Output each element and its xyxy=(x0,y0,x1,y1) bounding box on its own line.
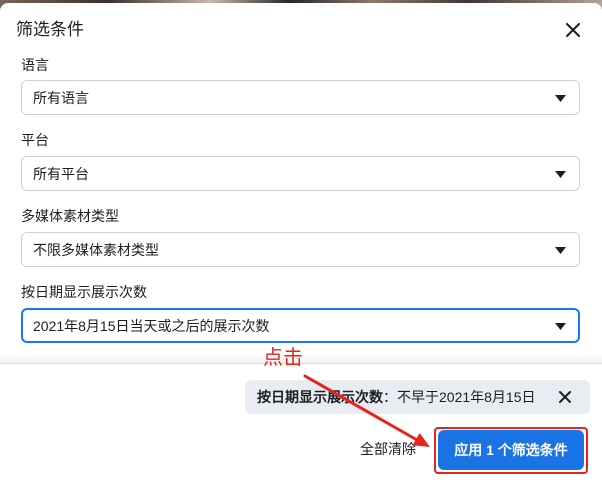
caret-down-icon xyxy=(555,170,566,178)
filter-dialog: 筛选条件 语言 所有语言 平台 所有平台 多媒体素材类型 不限多媒体素材类型 按… xyxy=(0,3,602,484)
language-select-value: 所有语言 xyxy=(33,89,89,106)
platform-select[interactable]: 所有平台 xyxy=(21,156,580,191)
dialog-title: 筛选条件 xyxy=(16,20,84,39)
annotation-text: 点击 xyxy=(263,347,303,369)
chip-value: 不早于2021年8月15日 xyxy=(397,389,536,405)
apply-filters-button[interactable]: 应用 1 个筛选条件 xyxy=(438,430,584,470)
remove-filter-button[interactable] xyxy=(553,385,577,409)
close-icon xyxy=(559,391,571,403)
media-type-label: 多媒体素材类型 xyxy=(21,208,119,224)
clear-all-button[interactable]: 全部清除 xyxy=(358,439,418,459)
close-button[interactable] xyxy=(561,18,585,42)
platform-select-value: 所有平台 xyxy=(33,165,89,182)
platform-label: 平台 xyxy=(21,132,49,148)
media-type-select[interactable]: 不限多媒体素材类型 xyxy=(21,232,580,267)
caret-down-icon xyxy=(555,246,566,254)
close-icon xyxy=(566,23,580,37)
active-filter-chip: 按日期显示展示次数 ： 不早于2021年8月15日 xyxy=(245,380,590,414)
language-label: 语言 xyxy=(21,57,49,73)
language-select[interactable]: 所有语言 xyxy=(21,80,580,115)
chip-label: 按日期显示展示次数 xyxy=(257,389,383,405)
impressions-date-select-value: 2021年8月15日当天或之后的展示次数 xyxy=(33,317,270,334)
impressions-date-select[interactable]: 2021年8月15日当天或之后的展示次数 xyxy=(21,308,580,343)
chip-separator: ： xyxy=(383,389,397,405)
caret-down-icon xyxy=(555,94,566,102)
impressions-date-label: 按日期显示展示次数 xyxy=(21,284,147,300)
media-type-select-value: 不限多媒体素材类型 xyxy=(33,241,159,258)
caret-down-icon xyxy=(555,322,566,330)
screen: 筛选条件 语言 所有语言 平台 所有平台 多媒体素材类型 不限多媒体素材类型 按… xyxy=(0,0,602,484)
